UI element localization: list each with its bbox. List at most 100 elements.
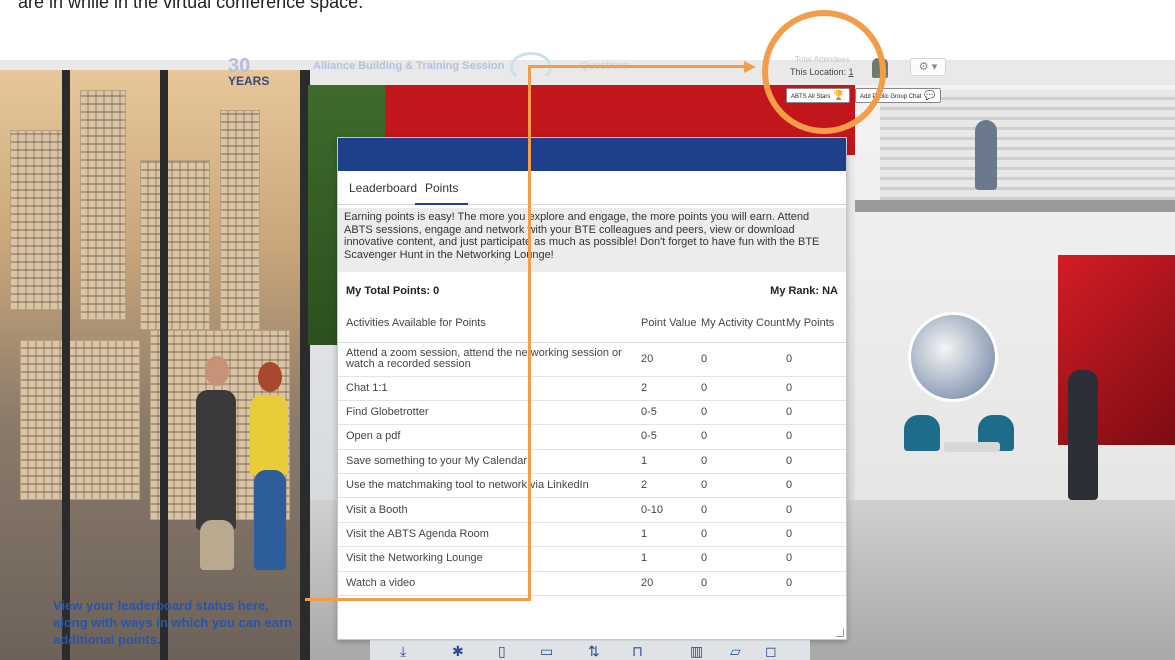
table-row: Attend a zoom session, attend the networ…	[338, 342, 846, 377]
leaderboard-modal: Leaderboard Points Earning points is eas…	[337, 137, 847, 640]
help-icon[interactable]: ◻	[765, 643, 777, 660]
activity-count-cell: 0	[701, 497, 786, 523]
activity-count-cell: 0	[701, 571, 786, 597]
avatar-woman-head	[258, 362, 282, 392]
activity-cell: Find Globetrotter	[338, 400, 641, 426]
column-header: My Points	[786, 306, 846, 343]
activity-count-cell: 0	[701, 424, 786, 450]
activity-count-cell: 0	[701, 473, 786, 499]
window-mullion	[62, 70, 70, 660]
points-table: Activities Available for Points Point Va…	[338, 306, 846, 597]
activity-cell: Visit the ABTS Agenda Room	[338, 522, 641, 548]
conference-screenshot: are in while in the virtual conference s…	[0, 0, 1175, 660]
my-points-cell: 0	[786, 546, 846, 572]
hierarchy-icon[interactable]: ⊓	[632, 643, 643, 660]
tab-points[interactable]: Points	[415, 180, 469, 205]
table-row: Watch a video 20 0 0	[338, 571, 846, 597]
briefcase-icon[interactable]: ▭	[540, 643, 553, 660]
modal-header-bar	[338, 138, 846, 171]
activity-count-cell: 0	[701, 400, 786, 426]
activity-count-cell: 0	[701, 449, 786, 475]
arrow-head-icon	[744, 61, 756, 73]
point-value-cell: 1	[641, 449, 701, 475]
table-row: Visit the ABTS Agenda Room 1 0 0	[338, 522, 846, 548]
column-header: Point Value	[641, 306, 701, 343]
my-points-cell: 0	[786, 571, 846, 597]
table-row: Visit the Networking Lounge 1 0 0	[338, 546, 846, 572]
activity-count-cell: 0	[701, 546, 786, 572]
activity-cell: Visit the Networking Lounge	[338, 546, 641, 572]
activity-cell: Open a pdf	[338, 424, 641, 450]
wood-slat-wall	[880, 90, 1175, 200]
asterisk-icon[interactable]: ✱	[452, 643, 464, 660]
my-points-cell: 0	[786, 424, 846, 450]
point-value-cell: 1	[641, 522, 701, 548]
activity-count-cell: 0	[701, 376, 786, 401]
point-value-cell: 0-10	[641, 497, 701, 523]
arrow-line-bottom	[305, 598, 531, 601]
callout-text: View your leaderboard status here, along…	[53, 598, 293, 647]
arrow-line-horizontal	[528, 65, 748, 68]
round-wall-photo	[908, 312, 998, 402]
signpost-icon[interactable]: ⇅	[588, 643, 600, 660]
activity-cell: Save something to your My Calendar	[338, 449, 641, 475]
my-points-cell: 0	[786, 342, 846, 377]
activity-cell: Watch a video	[338, 571, 641, 597]
point-value-cell: 0-5	[641, 400, 701, 426]
arrow-line-vertical	[528, 65, 531, 601]
coffee-table	[944, 442, 1000, 452]
gear-icon: ⚙	[918, 61, 929, 73]
download-icon[interactable]: ⤓	[400, 643, 406, 660]
settings-dropdown[interactable]: ⚙ ▾	[910, 58, 946, 76]
bottom-toolbar: ⤓ ✱ ▯ ▭ ⇅ ⊓ ▥ ▱ ◻	[370, 640, 810, 660]
event-title: Alliance Building & Training Session	[313, 60, 505, 72]
avatar-woman-legs	[254, 470, 286, 570]
activity-cell: Attend a zoom session, attend the networ…	[338, 342, 641, 377]
activity-cell: Chat 1:1	[338, 376, 641, 401]
tab-leaderboard[interactable]: Leaderboard	[339, 180, 427, 205]
my-points-cell: 0	[786, 400, 846, 426]
point-value-cell: 0-5	[641, 424, 701, 450]
avatar-walking-man	[975, 120, 997, 190]
my-points-cell: 0	[786, 449, 846, 475]
table-row: Save something to your My Calendar 1 0 0	[338, 449, 846, 475]
modal-tabs: Leaderboard Points	[338, 171, 846, 205]
point-value-cell: 20	[641, 342, 701, 377]
avatar-man	[196, 390, 236, 530]
mezzanine-rail	[855, 200, 1175, 212]
activity-count-cell: 0	[701, 522, 786, 548]
resize-handle-icon[interactable]	[836, 629, 844, 637]
my-rank: My Rank: NA	[770, 285, 838, 297]
avatar-man-head	[205, 356, 229, 386]
point-value-cell: 1	[641, 546, 701, 572]
avatar-man-legs	[200, 520, 234, 570]
chat-icon[interactable]: ▱	[730, 643, 741, 660]
window-mullion	[160, 70, 168, 660]
point-value-cell: 2	[641, 376, 701, 401]
bookmark-icon[interactable]: ▯	[498, 643, 506, 660]
caption-top: are in while in the virtual conference s…	[18, 0, 364, 12]
my-points-cell: 0	[786, 473, 846, 499]
table-row: Chat 1:1 2 0 0	[338, 376, 846, 401]
avatar-woman	[250, 395, 288, 475]
highlight-circle	[762, 10, 886, 134]
total-points: My Total Points: 0	[346, 285, 440, 297]
points-intro-text: Earning points is easy! The more you exp…	[338, 208, 846, 272]
column-header: Activities Available for Points	[338, 306, 641, 343]
table-row: Open a pdf 0-5 0 0	[338, 424, 846, 450]
my-points-cell: 0	[786, 376, 846, 401]
lounge-chair	[904, 415, 940, 451]
table-row: Use the matchmaking tool to network via …	[338, 473, 846, 499]
anniversary-logo: 30 YEARS	[228, 55, 270, 88]
activity-cell: Visit a Booth	[338, 497, 641, 523]
table-row: Find Globetrotter 0-5 0 0	[338, 400, 846, 426]
activity-cell: Use the matchmaking tool to network via …	[338, 473, 641, 499]
trash-icon[interactable]: ▥	[690, 643, 703, 660]
table-row: Visit a Booth 0-10 0 0	[338, 497, 846, 523]
points-summary: My Total Points: 0 My Rank: NA	[346, 285, 838, 297]
my-points-cell: 0	[786, 522, 846, 548]
my-points-cell: 0	[786, 497, 846, 523]
avatar-suit-man	[1068, 370, 1098, 500]
point-value-cell: 2	[641, 473, 701, 499]
table-header-row: Activities Available for Points Point Va…	[338, 306, 846, 343]
